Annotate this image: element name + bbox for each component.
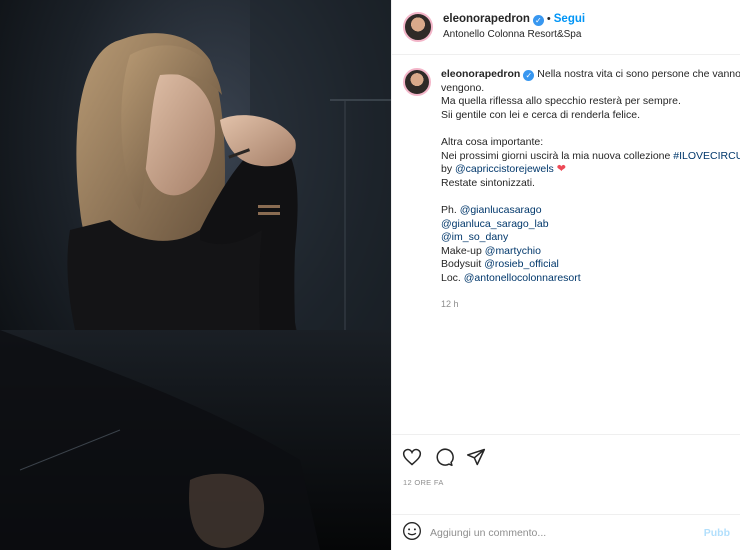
- mention-link[interactable]: @gianlucasarago: [460, 204, 542, 216]
- hashtag-link[interactable]: #ILOVECIRCUM: [673, 150, 740, 162]
- emoji-smile-icon[interactable]: [402, 521, 422, 544]
- credit-label: Loc.: [441, 271, 464, 284]
- caption-author-avatar[interactable]: [403, 68, 431, 96]
- comments-area: eleonorapedron ✓ Nella nostra vita ci son…: [392, 55, 740, 434]
- post-date[interactable]: 12 ORE FA: [392, 478, 740, 514]
- mention-link[interactable]: @antonellocolonnaresort: [464, 272, 581, 284]
- mention-link[interactable]: @rosieb_official: [484, 258, 559, 270]
- caption-verified-badge-icon: ✓: [523, 70, 535, 81]
- caption-line: Altra cosa importante:: [441, 135, 544, 148]
- follow-button[interactable]: Segui: [554, 13, 585, 25]
- portrait-photo-image: [0, 0, 391, 550]
- caption-line: Nella nostra vita ci sono persone che va…: [537, 68, 740, 80]
- credit-label: Bodysuit: [441, 258, 485, 271]
- mention-link[interactable]: @martychio: [485, 245, 541, 257]
- credit-label: Make-up: [441, 244, 485, 257]
- header-text: eleonorapedron ✓ • Segui Antonello Colonna …: [443, 12, 585, 42]
- instagram-post: eleonorapedron ✓ • Segui Antonello Colonna …: [0, 0, 740, 550]
- separator-dot: •: [546, 13, 551, 25]
- post-sidebar: eleonorapedron ✓ • Segui Antonello Colonna …: [391, 0, 740, 550]
- caption-line: Sii gentile con lei e cerca di renderla …: [441, 108, 641, 121]
- credit-label: Ph.: [441, 203, 460, 216]
- post-location[interactable]: Antonello Colonna Resort&Spa: [443, 27, 585, 42]
- caption-line: Ma quella riflessa allo specchio resterà…: [441, 95, 681, 108]
- mention-link[interactable]: @capriccistorejewels: [455, 163, 554, 175]
- heart-icon[interactable]: [402, 447, 422, 467]
- red-heart-emoji: ❤: [556, 163, 566, 176]
- caption-line: Restate sintonizzati.: [441, 176, 535, 189]
- caption-age[interactable]: 12 h: [441, 298, 740, 312]
- caption-row: eleonorapedron ✓ Nella nostra vita ci son…: [403, 68, 740, 311]
- mention-link[interactable]: @im_so_dany: [441, 231, 508, 243]
- author-username[interactable]: eleonorapedron: [443, 13, 530, 25]
- caption-line: Nei prossimi giorni uscirà la mia nuova …: [441, 149, 674, 162]
- comment-bubble-icon[interactable]: [434, 447, 454, 467]
- comment-input[interactable]: [430, 526, 704, 539]
- publish-button[interactable]: Pubb: [704, 527, 730, 539]
- caption-line: by: [441, 163, 456, 176]
- paper-plane-icon[interactable]: [466, 447, 486, 467]
- action-bar: [392, 434, 740, 478]
- post-photo[interactable]: [0, 0, 391, 550]
- caption-line: vengono.: [441, 81, 485, 94]
- caption-username[interactable]: eleonorapedron: [441, 68, 520, 80]
- author-avatar[interactable]: [403, 12, 433, 42]
- add-comment-bar: Pubb: [392, 514, 740, 550]
- mention-link[interactable]: @gianluca_sarago_lab: [441, 218, 549, 230]
- post-header: eleonorapedron ✓ • Segui Antonello Colonna …: [392, 0, 740, 55]
- post-caption: eleonorapedron ✓ Nella nostra vita ci son…: [441, 68, 740, 311]
- verified-badge-icon: ✓: [532, 15, 544, 26]
